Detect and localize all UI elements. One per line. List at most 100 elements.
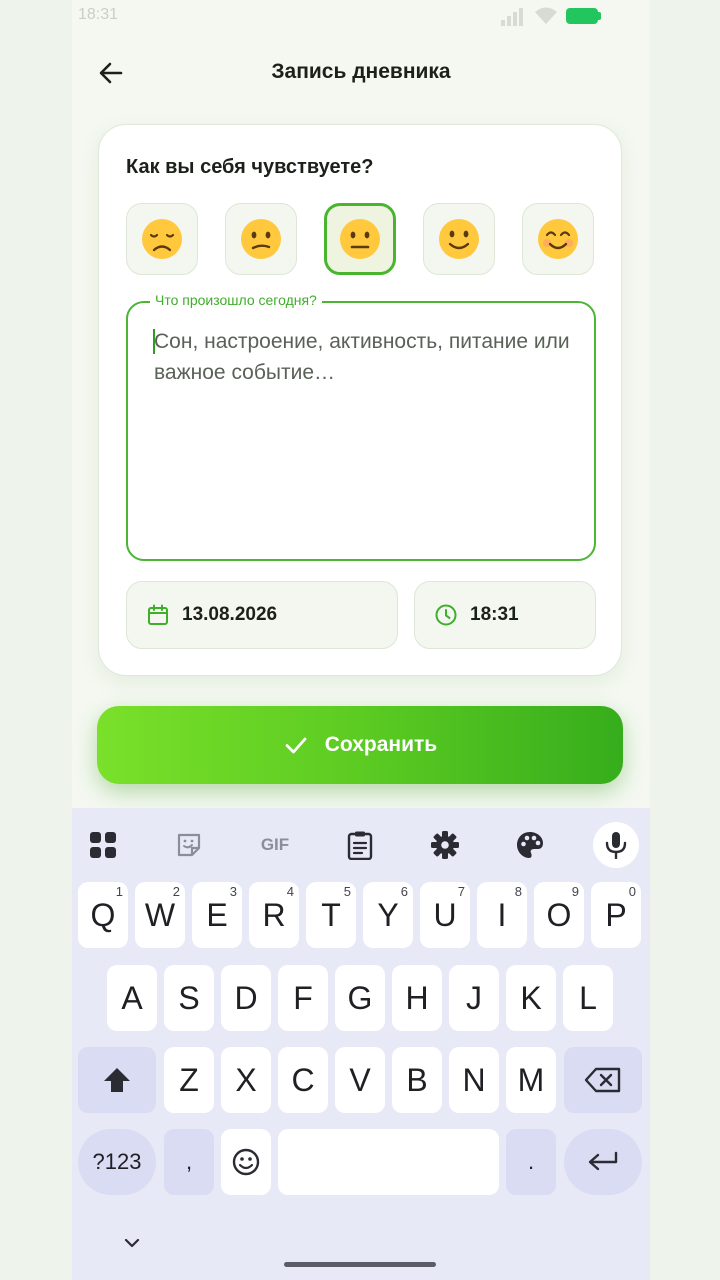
key-n[interactable]: N xyxy=(449,1047,499,1113)
shift-icon xyxy=(104,1068,130,1092)
mood-option-sad[interactable] xyxy=(126,203,198,275)
chevron-down-icon xyxy=(124,1238,140,1248)
key-c-label: C xyxy=(291,1061,315,1098)
key-s[interactable]: S xyxy=(164,965,214,1031)
neutral-face-icon xyxy=(340,219,380,259)
note-placeholder: Сон, настроение, активность, питание или… xyxy=(154,330,570,384)
key-m-label: M xyxy=(517,1061,545,1098)
key-q-label: Q xyxy=(90,896,116,933)
key-t[interactable]: T5 xyxy=(306,882,356,948)
on-screen-keyboard: GIF Q 1 W 2 E 3 R 4 T 5 Y 6 U 7 I 8 O 9 … xyxy=(72,808,650,1280)
enter-icon xyxy=(588,1151,618,1171)
key-z[interactable]: Z xyxy=(164,1047,214,1113)
note-input[interactable]: Что произошло сегодня? Сон, настроение, … xyxy=(126,292,596,561)
sticker-icon xyxy=(177,833,201,857)
key-o[interactable]: O9 xyxy=(534,882,584,948)
key-k-label: K xyxy=(520,979,542,1016)
clock-icon xyxy=(435,604,457,626)
battery-icon xyxy=(566,8,598,24)
key-t-hint: 5 xyxy=(343,884,351,899)
kb-theme-button[interactable] xyxy=(507,822,553,868)
comma-key[interactable]: , xyxy=(164,1129,214,1195)
key-u[interactable]: U7 xyxy=(420,882,470,948)
time-value: 18:31 xyxy=(470,604,519,625)
key-p[interactable]: P0 xyxy=(591,882,641,948)
confused-face-icon xyxy=(241,219,281,259)
time-picker[interactable]: 18:31 xyxy=(414,581,596,649)
mood-option-happy[interactable] xyxy=(522,203,594,275)
kb-sticker-button[interactable] xyxy=(166,822,212,868)
key-e[interactable]: E3 xyxy=(192,882,242,948)
key-z-label: Z xyxy=(179,1061,199,1098)
comma-key-label: , xyxy=(185,1149,193,1174)
hide-keyboard-button[interactable] xyxy=(122,1236,142,1255)
key-u-hint: 7 xyxy=(457,884,465,899)
mood-option-slightly-happy[interactable] xyxy=(423,203,495,275)
key-b-label: B xyxy=(406,1061,428,1098)
space-key[interactable] xyxy=(278,1129,499,1195)
key-r-hint: 4 xyxy=(286,884,294,899)
signal-icon xyxy=(501,8,523,26)
key-w[interactable]: W2 xyxy=(135,882,185,948)
slightly-smiling-face-icon xyxy=(439,219,479,259)
key-y-label: Y xyxy=(377,896,399,933)
kb-voice-button[interactable] xyxy=(593,822,639,868)
key-m[interactable]: M xyxy=(506,1047,556,1113)
key-r-label: R xyxy=(262,896,286,933)
key-d[interactable]: D xyxy=(221,965,271,1031)
key-o-label: O xyxy=(546,896,572,933)
emoji-icon xyxy=(232,1148,260,1176)
kb-gif-button[interactable]: GIF xyxy=(252,822,298,868)
backspace-key[interactable] xyxy=(564,1047,642,1113)
key-h-label: H xyxy=(405,979,429,1016)
period-key[interactable]: . xyxy=(506,1129,556,1195)
home-indicator[interactable] xyxy=(284,1262,436,1267)
note-label: Что произошло сегодня? xyxy=(150,292,322,308)
key-g-label: G xyxy=(347,979,373,1016)
key-f-label: F xyxy=(293,979,313,1016)
mood-option-neutral[interactable] xyxy=(324,203,396,275)
mood-selector xyxy=(126,203,596,275)
key-c[interactable]: C xyxy=(278,1047,328,1113)
status-bar: 18:31 xyxy=(72,0,650,34)
key-a[interactable]: A xyxy=(107,965,157,1031)
shift-key[interactable] xyxy=(78,1047,156,1113)
key-y[interactable]: Y6 xyxy=(363,882,413,948)
key-r[interactable]: R4 xyxy=(249,882,299,948)
save-button-label: Сохранить xyxy=(324,733,438,756)
symbols-key[interactable]: ?123 xyxy=(78,1129,156,1195)
kb-clipboard-button[interactable] xyxy=(337,822,383,868)
key-f[interactable]: F xyxy=(278,965,328,1031)
key-w-label: W xyxy=(144,896,176,933)
backspace-icon xyxy=(584,1067,621,1093)
key-x[interactable]: X xyxy=(221,1047,271,1113)
emoji-key[interactable] xyxy=(221,1129,271,1195)
key-q[interactable]: Q1 xyxy=(78,882,128,948)
key-l[interactable]: L xyxy=(563,965,613,1031)
kb-apps-button[interactable] xyxy=(80,822,126,868)
key-j[interactable]: J xyxy=(449,965,499,1031)
date-picker[interactable]: 13.08.2026 xyxy=(126,581,398,649)
check-icon xyxy=(285,737,307,754)
palette-icon xyxy=(517,832,543,858)
smiling-face-icon xyxy=(538,219,578,259)
key-a-label: A xyxy=(121,979,143,1016)
enter-key[interactable] xyxy=(564,1129,642,1195)
key-v[interactable]: V xyxy=(335,1047,385,1113)
key-b[interactable]: B xyxy=(392,1047,442,1113)
settings-gear-icon xyxy=(431,831,459,859)
key-i[interactable]: I8 xyxy=(477,882,527,948)
key-t-label: T xyxy=(321,896,341,933)
key-k[interactable]: K xyxy=(506,965,556,1031)
kb-settings-button[interactable] xyxy=(422,822,468,868)
key-l-label: L xyxy=(579,979,597,1016)
status-time: 18:31 xyxy=(78,6,119,23)
key-p-hint: 0 xyxy=(628,884,636,899)
key-e-hint: 3 xyxy=(229,884,237,899)
diary-entry-card: Как вы себя чувствуете? Что произошло се… xyxy=(98,124,622,676)
save-button[interactable]: Сохранить xyxy=(97,706,623,784)
key-g[interactable]: G xyxy=(335,965,385,1031)
mood-option-confused[interactable] xyxy=(225,203,297,275)
key-h[interactable]: H xyxy=(392,965,442,1031)
wifi-icon xyxy=(535,7,557,24)
